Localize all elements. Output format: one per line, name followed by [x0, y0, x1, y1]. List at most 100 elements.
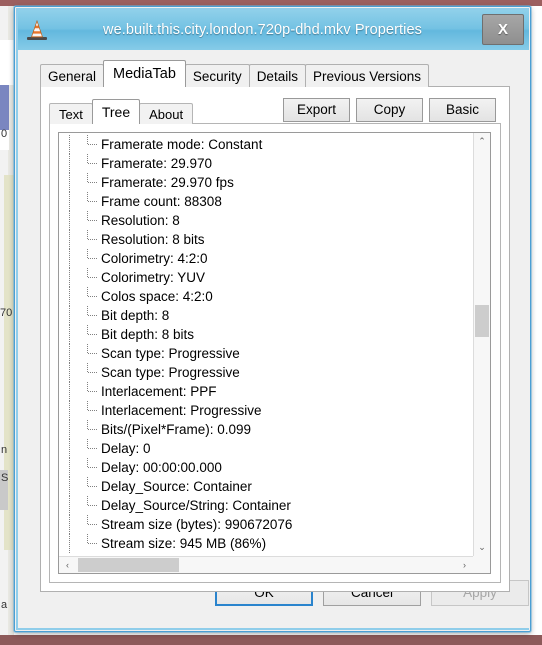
tree-item[interactable]: Delay_Source: Container: [59, 477, 473, 496]
tree-guide-line: [69, 154, 70, 173]
tree-elbow-horizontal: [88, 296, 97, 297]
tab-security[interactable]: Security: [184, 64, 250, 87]
tab-previous-versions[interactable]: Previous Versions: [304, 64, 430, 87]
tree-guide-line: [69, 458, 70, 477]
tree-guide-line: [69, 515, 70, 534]
tree-guide-line: [69, 477, 70, 496]
vertical-scroll-thumb[interactable]: [475, 305, 489, 337]
background-text-fragment: 70: [0, 307, 13, 319]
tree-elbow-horizontal: [88, 486, 97, 487]
tab-about[interactable]: About: [139, 103, 194, 124]
tree-elbow-horizontal: [88, 258, 97, 259]
tree-guide-line: [69, 382, 70, 401]
background-text-fragment: n: [1, 444, 8, 456]
horizontal-scroll-thumb[interactable]: [78, 558, 179, 572]
mediatab-panel: Export Copy Basic Text Tree About Framer…: [40, 86, 510, 592]
tree-item[interactable]: Delay_Source/String: Container: [59, 496, 473, 515]
background-strip-blue: [0, 85, 9, 130]
tree-item[interactable]: Stream size (bytes): 990672076: [59, 515, 473, 534]
tree-guide-line: [69, 325, 70, 344]
tree-item-label: Framerate: 29.970: [101, 156, 213, 171]
tree-item[interactable]: Scan type: Progressive: [59, 363, 473, 382]
tree-item[interactable]: Interlacement: Progressive: [59, 401, 473, 420]
tree-guide-line: [69, 287, 70, 306]
tree-guide-line: [69, 401, 70, 420]
background-strip-white: [0, 40, 14, 85]
dialog-titlebar[interactable]: we.built.this.city.london.720p-dhd.mkv P…: [18, 10, 529, 50]
tree-item[interactable]: Resolution: 8: [59, 211, 473, 230]
close-icon[interactable]: X: [482, 14, 524, 45]
tab-general[interactable]: General: [40, 64, 105, 87]
scroll-up-icon[interactable]: ⌃: [474, 133, 490, 150]
tree-item-label: Framerate: 29.970 fps: [101, 175, 234, 190]
tree-item[interactable]: Resolution: 8 bits: [59, 230, 473, 249]
scroll-down-icon[interactable]: ⌄: [474, 539, 490, 556]
background-text-fragment: S: [1, 472, 9, 484]
background-text-fragment: 0: [1, 128, 8, 140]
tree-guide-line: [69, 306, 70, 325]
tree-item[interactable]: Colorimetry: 4:2:0: [59, 249, 473, 268]
tree-item[interactable]: Interlacement: PPF: [59, 382, 473, 401]
tree-item-label: Interlacement: PPF: [101, 384, 217, 399]
tree-panel: Framerate mode: Constant Framerate: 29.97…: [49, 123, 501, 583]
tree-item-label: Bits/(Pixel*Frame): 0.099: [101, 422, 252, 437]
tree-item[interactable]: Bit depth: 8: [59, 306, 473, 325]
tree-item-label: Interlacement: Progressive: [101, 403, 262, 418]
outer-tab-strip: General MediaTab Security Details Previo…: [40, 60, 430, 87]
background-panel-right: [534, 6, 542, 636]
tree-item-label: Bit depth: 8: [101, 308, 170, 323]
tree-guide-line: [69, 496, 70, 515]
tree-elbow-horizontal: [88, 277, 97, 278]
tree-guide-line: [69, 363, 70, 382]
tree-item[interactable]: Framerate mode: Constant: [59, 135, 473, 154]
tree-item[interactable]: Bit depth: 8 bits: [59, 325, 473, 344]
tree-item-label: Framerate mode: Constant: [101, 137, 263, 152]
tree-elbow-horizontal: [88, 410, 97, 411]
tree-guide-line: [69, 173, 70, 192]
tab-mediatab[interactable]: MediaTab: [103, 60, 186, 87]
tree-item-label: Colos space: 4:2:0: [101, 289, 213, 304]
scroll-right-icon[interactable]: ›: [456, 557, 473, 573]
basic-button[interactable]: Basic: [429, 98, 496, 122]
vlc-cone-icon: [26, 19, 48, 41]
tree-item[interactable]: Delay: 0: [59, 439, 473, 458]
copy-button[interactable]: Copy: [356, 98, 423, 122]
dialog-body: General MediaTab Security Details Previo…: [18, 50, 529, 628]
tab-tree[interactable]: Tree: [91, 99, 141, 124]
tree-elbow-horizontal: [88, 201, 97, 202]
tree-vertical-scrollbar[interactable]: ⌃ ⌄: [473, 133, 490, 556]
tree-guide-line: [69, 268, 70, 287]
tree-guide-line: [69, 420, 70, 439]
tree-elbow-horizontal: [88, 334, 97, 335]
tree-item[interactable]: Colos space: 4:2:0: [59, 287, 473, 306]
inner-tab-strip: Text Tree About: [49, 99, 194, 124]
tree-item[interactable]: Stream size: 945 MB (86%): [59, 534, 473, 553]
tree-item[interactable]: Framerate: 29.970 fps: [59, 173, 473, 192]
tree-item[interactable]: Bits/(Pixel*Frame): 0.099: [59, 420, 473, 439]
tree-elbow-horizontal: [88, 182, 97, 183]
tree-elbow-horizontal: [88, 315, 97, 316]
tree-viewport: Framerate mode: Constant Framerate: 29.97…: [59, 133, 473, 556]
tree-item[interactable]: Framerate: 29.970: [59, 154, 473, 173]
scroll-left-icon[interactable]: ‹: [59, 557, 76, 573]
tab-details[interactable]: Details: [248, 64, 306, 87]
tree-item-label: Scan type: Progressive: [101, 365, 240, 380]
background-window-footer: [0, 635, 542, 645]
tab-text[interactable]: Text: [49, 103, 93, 124]
tree-horizontal-scrollbar[interactable]: ‹ ›: [59, 556, 473, 573]
tree-elbow-horizontal: [88, 429, 97, 430]
media-info-tree[interactable]: Framerate mode: Constant Framerate: 29.97…: [58, 132, 491, 574]
properties-dialog: we.built.this.city.london.720p-dhd.mkv P…: [14, 6, 531, 632]
tree-item-label: Delay_Source: Container: [101, 479, 252, 494]
tree-item[interactable]: Frame count: 88308: [59, 192, 473, 211]
background-text-fragment: a: [1, 599, 8, 611]
tree-elbow-horizontal: [88, 391, 97, 392]
tree-item[interactable]: Scan type: Progressive: [59, 344, 473, 363]
tree-item[interactable]: Colorimetry: YUV: [59, 268, 473, 287]
export-button[interactable]: Export: [283, 98, 350, 122]
tree-item-label: Resolution: 8: [101, 213, 180, 228]
tree-guide-line: [69, 192, 70, 211]
tree-elbow-horizontal: [88, 372, 97, 373]
tree-item[interactable]: Delay: 00:00:00.000: [59, 458, 473, 477]
tree-guide-line: [69, 439, 70, 458]
